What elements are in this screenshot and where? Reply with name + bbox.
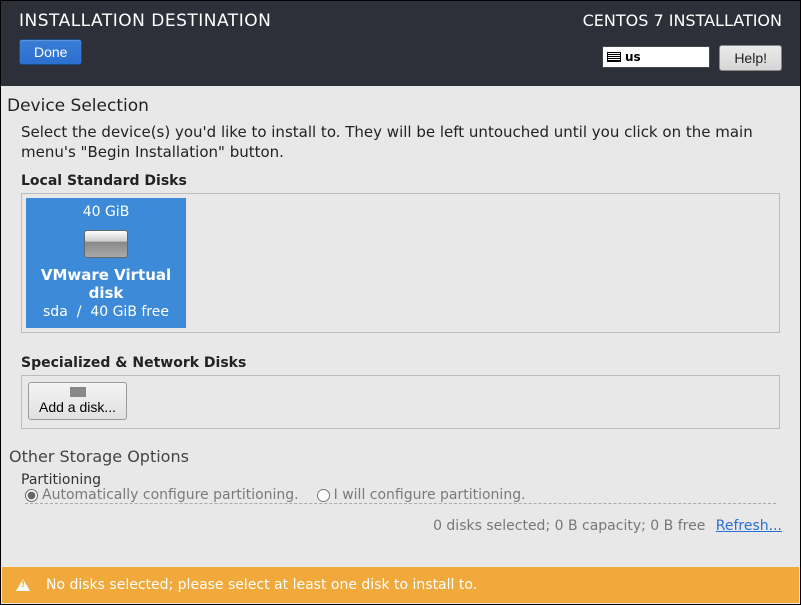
network-disks-container: Add a disk... — [21, 375, 780, 429]
disk-name: VMware Virtual disk — [30, 266, 182, 302]
warning-icon — [16, 579, 30, 591]
keyboard-layout-indicator[interactable]: us — [602, 46, 710, 68]
disk-size: 40 GiB — [30, 204, 182, 220]
partitioning-options: Automatically configure partitioning. I … — [25, 488, 776, 504]
auto-partition-label: Automatically configure partitioning. — [42, 488, 299, 504]
refresh-link[interactable]: Refresh... — [716, 518, 782, 534]
header-bar: INSTALLATION DESTINATION CENTOS 7 INSTAL… — [1, 1, 800, 86]
status-text: 0 disks selected; 0 B capacity; 0 B free — [433, 518, 705, 534]
add-disk-button[interactable]: Add a disk... — [28, 382, 127, 420]
auto-partition-input[interactable] — [25, 489, 38, 502]
installer-title: CENTOS 7 INSTALLATION — [583, 11, 782, 30]
main-content: Device Selection Select the device(s) yo… — [1, 86, 800, 534]
keyboard-icon — [607, 52, 621, 62]
disk-info: sda / 40 GiB free — [30, 304, 182, 320]
help-button[interactable]: Help! — [719, 45, 782, 71]
disk-item-sda[interactable]: 40 GiB VMware Virtual disk sda / 40 GiB … — [26, 198, 186, 328]
auto-partition-radio[interactable]: Automatically configure partitioning. — [25, 488, 299, 504]
local-disks-label: Local Standard Disks — [21, 173, 780, 189]
manual-partition-label: I will configure partitioning. — [334, 488, 526, 504]
network-disks-label: Specialized & Network Disks — [21, 355, 780, 371]
status-row: 0 disks selected; 0 B capacity; 0 B free… — [7, 508, 794, 534]
add-disk-icon — [70, 387, 86, 397]
add-disk-label: Add a disk... — [39, 399, 116, 415]
device-selection-description: Select the device(s) you'd like to insta… — [21, 122, 780, 163]
keyboard-layout-text: us — [625, 50, 641, 64]
done-button[interactable]: Done — [19, 39, 82, 65]
hard-disk-icon — [84, 230, 128, 258]
manual-partition-input[interactable] — [317, 489, 330, 502]
manual-partition-radio[interactable]: I will configure partitioning. — [317, 488, 526, 504]
device-selection-title: Device Selection — [7, 96, 794, 116]
partitioning-label: Partitioning — [21, 472, 780, 488]
warning-text: No disks selected; please select at leas… — [46, 577, 477, 593]
warning-bar: No disks selected; please select at leas… — [2, 567, 799, 603]
local-disks-container: 40 GiB VMware Virtual disk sda / 40 GiB … — [21, 193, 780, 333]
other-storage-title: Other Storage Options — [9, 447, 794, 466]
